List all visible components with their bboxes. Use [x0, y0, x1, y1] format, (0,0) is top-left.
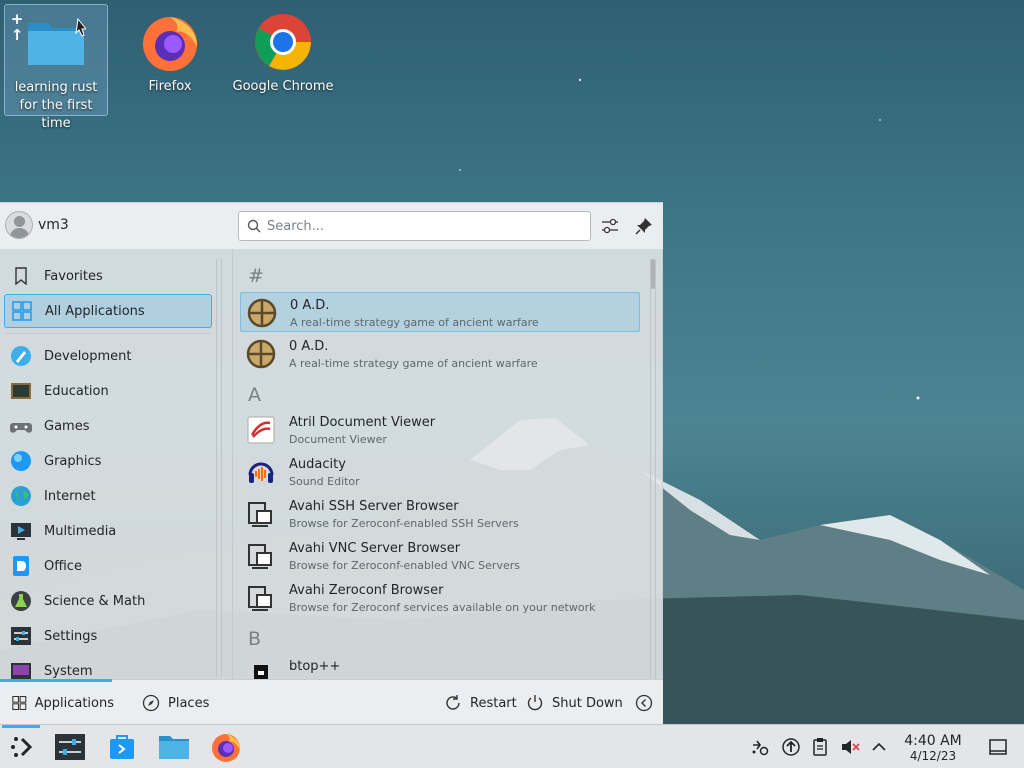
restart-button[interactable]: Restart	[444, 680, 517, 726]
kde-connect-icon[interactable]	[750, 737, 770, 757]
configure-icon[interactable]	[600, 216, 620, 236]
chrome-icon	[253, 12, 313, 72]
search-box[interactable]	[238, 211, 591, 241]
sidebar-item-system[interactable]: System	[4, 654, 212, 679]
globe-icon	[10, 485, 32, 507]
graphics-icon	[10, 450, 32, 472]
app-item-0ad[interactable]: 0 A.D. A real-time strategy game of anci…	[240, 334, 640, 374]
app-item-avahi-zeroconf[interactable]: Avahi Zeroconf Browser Browse for Zeroco…	[240, 578, 640, 618]
avahi-icon	[248, 586, 272, 611]
section-letter: #	[248, 265, 264, 287]
sidebar-item-education[interactable]: Education	[4, 374, 212, 408]
username: vm3	[38, 217, 69, 233]
chevron-up-icon[interactable]	[869, 737, 889, 757]
office-icon	[10, 555, 32, 577]
desktop-icon-folder[interactable]: + ↑ learning rust for the first time	[4, 4, 108, 131]
applications-list: # 0 A.D. A real-time strategy game of an…	[236, 257, 646, 679]
applications-scrollbar[interactable]	[650, 259, 656, 679]
desktop-icon-label: learning rust for the first time	[14, 80, 98, 131]
app-item-0ad[interactable]: 0 A.D. A real-time strategy game of anci…	[240, 292, 640, 332]
tab-places[interactable]: Places	[142, 680, 209, 726]
clock-date[interactable]: 4/12/23	[896, 749, 970, 763]
launcher-header: vm3	[0, 203, 663, 249]
section-letter: A	[248, 384, 261, 406]
settings-icon	[10, 625, 32, 647]
development-icon	[10, 345, 32, 367]
plus-icon[interactable]: +	[9, 11, 25, 27]
selection-tools: + ↑	[9, 11, 27, 43]
app-item-avahi-vnc[interactable]: Avahi VNC Server Browser Browse for Zero…	[240, 536, 640, 576]
compass-icon	[142, 694, 160, 712]
restart-icon	[446, 695, 460, 710]
sidebar-item-science-math[interactable]: Science & Math	[4, 584, 212, 618]
avahi-icon	[248, 502, 272, 527]
audacity-icon	[248, 462, 274, 483]
application-launcher: vm3 Favorites	[0, 202, 663, 725]
science-icon	[10, 590, 32, 612]
gamepad-icon	[10, 415, 32, 437]
app-item-btop[interactable]: btop++	[240, 654, 640, 679]
launcher-footer: Applications Places Restart Shut Down	[0, 679, 663, 725]
user-avatar[interactable]	[5, 211, 33, 239]
updates-icon[interactable]	[781, 737, 801, 757]
desktop-icon-firefox[interactable]: Firefox	[118, 4, 222, 104]
bookmark-icon	[10, 265, 32, 287]
sidebar-divider	[6, 333, 210, 334]
clipboard-icon[interactable]	[810, 737, 830, 757]
sidebar-item-settings[interactable]: Settings	[4, 619, 212, 653]
atril-icon	[247, 416, 275, 444]
sidebar-item-all-applications[interactable]: All Applications	[4, 294, 212, 328]
power-icon	[527, 695, 543, 711]
avahi-icon	[248, 544, 272, 569]
clock-time[interactable]: 4:40 AM	[896, 733, 970, 749]
search-icon	[247, 219, 261, 233]
search-input[interactable]	[267, 216, 577, 236]
sidebar-item-office[interactable]: Office	[4, 549, 212, 583]
grid-icon	[12, 695, 27, 711]
sidebar-item-development[interactable]: Development	[4, 339, 212, 373]
launcher-active-indicator	[2, 725, 40, 728]
btop-icon	[254, 665, 268, 679]
grid-icon	[11, 300, 33, 322]
shutdown-button[interactable]: Shut Down	[526, 680, 623, 726]
0ad-icon	[247, 298, 277, 328]
firefox-icon[interactable]	[210, 731, 242, 763]
multimedia-icon	[10, 520, 32, 542]
sidebar-item-favorites[interactable]: Favorites	[4, 259, 212, 293]
sidebar-item-internet[interactable]: Internet	[4, 479, 212, 513]
panel-divider	[232, 249, 233, 679]
pin-icon[interactable]	[634, 216, 654, 236]
education-icon	[10, 380, 32, 402]
sidebar-item-graphics[interactable]: Graphics	[4, 444, 212, 478]
section-letter: B	[248, 628, 262, 650]
firefox-icon	[140, 12, 200, 72]
folder-icon	[26, 13, 88, 73]
0ad-icon	[246, 339, 276, 369]
discover-store-icon[interactable]	[106, 731, 138, 763]
show-desktop-icon[interactable]	[988, 737, 1008, 757]
system-settings-icon[interactable]	[54, 731, 86, 763]
desktop-icon-chrome[interactable]: Google Chrome	[230, 4, 336, 104]
sidebar-item-games[interactable]: Games	[4, 409, 212, 443]
system-icon	[10, 660, 32, 679]
taskbar: 4:40 AM 4/12/23	[0, 724, 1024, 768]
chevron-left-icon	[635, 694, 653, 712]
app-item-atril[interactable]: Atril Document Viewer Document Viewer	[240, 410, 640, 450]
app-item-audacity[interactable]: Audacity Sound Editor	[240, 452, 640, 492]
desktop-icon-label: Google Chrome	[232, 79, 334, 94]
up-arrow-icon[interactable]: ↑	[9, 27, 25, 43]
leave-menu-button[interactable]	[635, 680, 661, 726]
scrollbar-thumb[interactable]	[651, 259, 655, 289]
file-manager-icon[interactable]	[158, 731, 190, 763]
sidebar-scrollbar[interactable]	[216, 259, 222, 677]
volume-muted-icon[interactable]	[840, 737, 860, 757]
tab-applications[interactable]: Applications	[0, 679, 114, 726]
app-launcher-icon[interactable]	[6, 731, 38, 763]
desktop-icon-label: Firefox	[148, 79, 192, 94]
sidebar-item-multimedia[interactable]: Multimedia	[4, 514, 212, 548]
category-sidebar: Favorites All Applications Development E…	[0, 257, 232, 679]
app-item-avahi-ssh[interactable]: Avahi SSH Server Browser Browse for Zero…	[240, 494, 640, 534]
